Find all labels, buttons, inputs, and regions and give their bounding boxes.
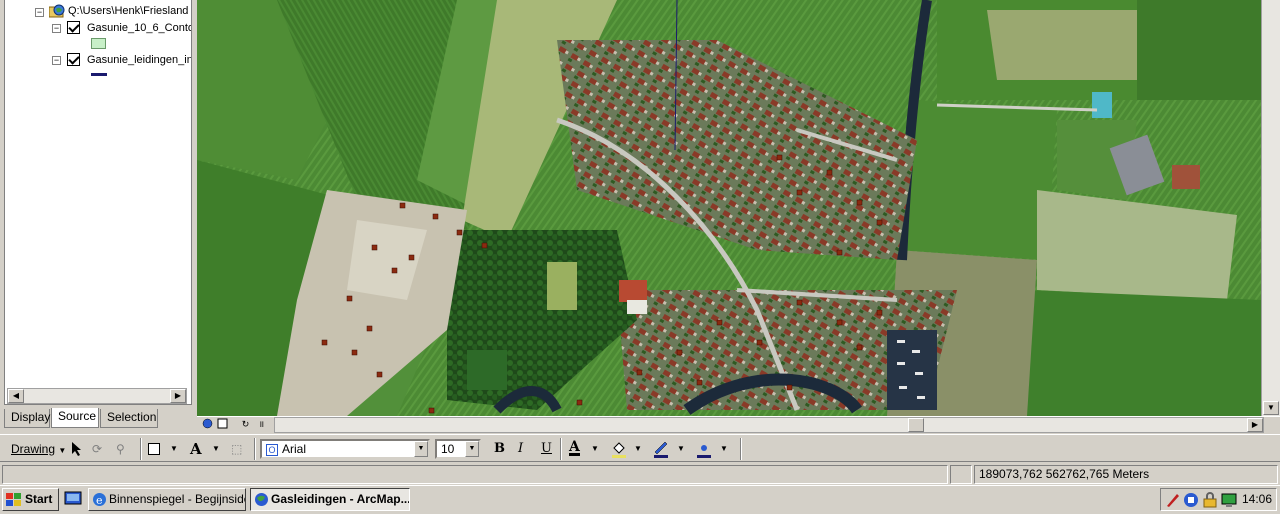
arcmap-globe-icon xyxy=(254,492,269,510)
drawing-menu-button[interactable]: Drawing ▼ xyxy=(11,438,66,460)
toc-tree: − Q:\Users\Henk\Friesland − Gasunie_10_6… xyxy=(4,0,192,405)
scroll-down-icon[interactable]: ▼ xyxy=(1263,401,1279,415)
toolbar-separator xyxy=(254,438,256,460)
scroll-right-icon[interactable]: ▶ xyxy=(170,389,186,403)
svg-text:e: e xyxy=(96,494,103,507)
rectangle-tool-icon[interactable] xyxy=(148,438,162,460)
map-vertical-scrollbar[interactable]: ▼ xyxy=(1261,0,1280,416)
chevron-down-icon[interactable]: ▼ xyxy=(414,441,428,457)
layer-1-legend-swatch xyxy=(91,38,106,49)
table-of-contents: − Q:\Users\Henk\Friesland − Gasunie_10_6… xyxy=(0,0,197,432)
layer-2-legend-line xyxy=(91,73,107,76)
font-color-button[interactable]: A xyxy=(569,438,580,456)
internet-explorer-icon: e xyxy=(92,492,107,510)
toolbar-separator xyxy=(140,438,142,460)
drawing-menu-label: Drawing xyxy=(11,442,56,456)
refresh-icon[interactable]: ↻ xyxy=(239,418,252,431)
line-color-dropdown-icon[interactable]: ▼ xyxy=(677,438,685,460)
fill-color-dropdown-icon[interactable]: ▼ xyxy=(634,438,642,460)
task-label: Gasleidingen - ArcMap... xyxy=(271,492,410,506)
status-spacer xyxy=(950,465,972,484)
system-tray: 14:06 xyxy=(1160,488,1277,511)
text-tool-icon[interactable]: A xyxy=(190,438,202,460)
collapse-layer-2-icon[interactable]: − xyxy=(52,56,61,65)
font-size-select[interactable]: 10 ▼ xyxy=(435,439,481,459)
line-color-icon[interactable] xyxy=(653,438,671,460)
tab-selection[interactable]: Selection xyxy=(100,409,158,428)
font-color-dropdown-icon[interactable]: ▼ xyxy=(591,438,599,460)
collapse-root-icon[interactable]: − xyxy=(35,8,44,17)
task-arcmap[interactable]: Gasleidingen - ArcMap... xyxy=(250,488,410,511)
toc-root-label[interactable]: Q:\Users\Henk\Friesland xyxy=(68,3,188,19)
layout-view-icon[interactable] xyxy=(216,418,229,431)
display-icon[interactable] xyxy=(1221,492,1237,511)
italic-button[interactable]: I xyxy=(518,438,523,460)
task-binnenspiegel[interactable]: e Binnenspiegel - Begijnside... xyxy=(88,488,246,511)
status-message xyxy=(2,465,948,484)
network-icon[interactable] xyxy=(1183,492,1199,511)
text-dropdown-icon[interactable]: ▼ xyxy=(212,438,220,460)
show-desktop-icon[interactable] xyxy=(64,490,84,508)
font-name-select[interactable]: O Arial ▼ xyxy=(260,439,430,459)
windows-taskbar: Start e Binnenspiegel - Begijnside... Ga… xyxy=(0,485,1280,512)
pen-icon[interactable] xyxy=(1165,492,1181,511)
scroll-left-icon[interactable]: ◀ xyxy=(8,389,24,403)
start-label: Start xyxy=(25,492,53,506)
zoom-whole-page-icon[interactable]: ⚲ xyxy=(116,438,134,460)
chevron-down-icon[interactable]: ▼ xyxy=(465,441,479,457)
layer-2-label[interactable]: Gasunie_leidingen_in xyxy=(87,52,191,68)
folder-globe-icon xyxy=(48,4,65,18)
start-button[interactable]: Start xyxy=(2,488,59,511)
select-elements-tool-icon[interactable] xyxy=(71,438,87,460)
toolbar-separator xyxy=(740,438,742,460)
map-horizontal-scrollbar[interactable]: ▶ xyxy=(274,417,1264,433)
tab-display[interactable]: Display xyxy=(4,409,50,428)
underline-button[interactable]: U xyxy=(541,438,552,460)
edit-vertices-icon[interactable]: ⬚ xyxy=(231,438,249,460)
toc-horizontal-scrollbar[interactable]: ◀ ▶ xyxy=(7,388,187,404)
pause-icon[interactable]: ॥ xyxy=(255,418,268,431)
coordinate-readout: 189073,762 562762,765 Meters xyxy=(974,465,1278,484)
layer-1-visibility-checkbox[interactable] xyxy=(67,21,80,34)
layer-1-label[interactable]: Gasunie_10_6_Conto xyxy=(87,20,191,36)
rotate-tool-icon[interactable]: ⟳ xyxy=(92,438,108,460)
drawing-toolbar: Drawing ▼ ⟳ ⚲ ▼ A ▼ ⬚ O Arial ▼ 10 ▼ B I … xyxy=(0,434,1280,462)
font-size-value: 10 xyxy=(441,442,455,456)
lock-icon[interactable] xyxy=(1203,492,1217,511)
status-bar: 189073,762 562762,765 Meters xyxy=(0,463,1280,485)
fill-color-icon[interactable] xyxy=(611,438,629,460)
marker-color-icon[interactable] xyxy=(696,438,714,460)
scroll-right-icon[interactable]: ▶ xyxy=(1247,418,1263,432)
aerial-photo xyxy=(197,0,1261,416)
dropdown-arrow-icon: ▼ xyxy=(58,446,67,455)
tab-source[interactable]: Source xyxy=(51,408,99,428)
toolbar-separator xyxy=(560,438,562,460)
data-view-icon[interactable] xyxy=(201,418,214,431)
marker-color-dropdown-icon[interactable]: ▼ xyxy=(720,438,728,460)
windows-logo-icon xyxy=(6,493,22,514)
collapse-layer-1-icon[interactable]: − xyxy=(52,24,61,33)
rectangle-dropdown-icon[interactable]: ▼ xyxy=(170,438,178,460)
font-name-value: Arial xyxy=(282,442,307,456)
bold-button[interactable]: B xyxy=(494,438,505,460)
map-view[interactable] xyxy=(197,0,1261,416)
scroll-thumb[interactable] xyxy=(908,418,924,432)
layer-2-visibility-checkbox[interactable] xyxy=(67,53,80,66)
font-type-icon: O xyxy=(266,444,278,456)
clock[interactable]: 14:06 xyxy=(1242,492,1272,506)
task-label: Binnenspiegel - Begijnside... xyxy=(109,492,246,506)
